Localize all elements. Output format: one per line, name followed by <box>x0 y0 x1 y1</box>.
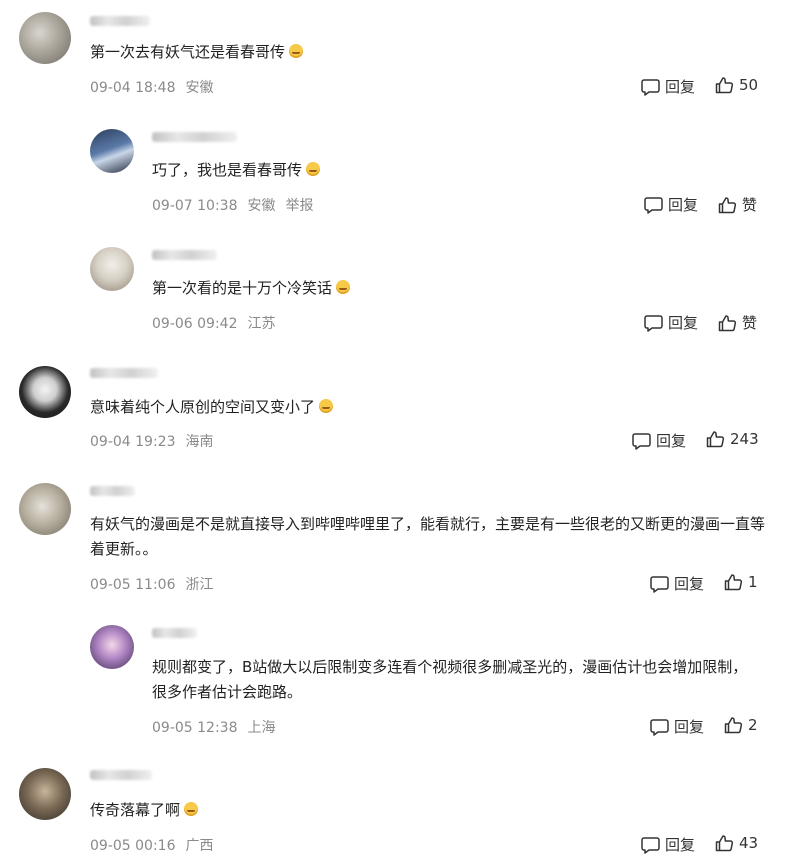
comment-meta: 09-05 00:16 广西 <box>90 835 223 855</box>
comment-text: 有妖气的漫画是不是就直接导入到哔哩哔哩里了，能看就行，主要是有一些很老的又断更的… <box>90 515 766 558</box>
username[interactable] <box>90 486 135 496</box>
comment-text: 第一次去有妖气还是看春哥传 <box>90 40 770 65</box>
comment-meta: 09-04 18:48 安徽 <box>90 77 223 97</box>
comment-location: 江苏 <box>247 316 276 332</box>
like-count: 1 <box>748 573 758 591</box>
reply-button[interactable]: 回复 <box>650 573 704 594</box>
emoji-icon <box>336 280 351 294</box>
avatar[interactable] <box>90 625 134 669</box>
like-button[interactable]: 赞 <box>718 312 757 333</box>
comment-meta: 09-05 12:38 上海 <box>152 717 285 737</box>
username[interactable] <box>90 368 158 378</box>
comment-text: 巧了，我也是看春哥传 <box>152 158 752 183</box>
like-count: 赞 <box>742 314 758 332</box>
reply-icon <box>650 575 669 593</box>
comment-time: 09-05 12:38 <box>152 720 238 736</box>
comment-meta: 09-04 19:23 海南 <box>90 431 223 451</box>
avatar[interactable] <box>19 12 71 64</box>
avatar[interactable] <box>19 483 71 535</box>
comment-location: 广西 <box>185 838 214 854</box>
like-button[interactable]: 50 <box>715 76 758 94</box>
thumbs-up-icon <box>706 431 725 448</box>
username[interactable] <box>152 250 217 260</box>
username[interactable] <box>90 770 152 780</box>
reply-button[interactable]: 回复 <box>650 716 704 737</box>
comment-location: 浙江 <box>185 577 214 593</box>
like-count: 赞 <box>742 196 758 214</box>
avatar[interactable] <box>19 768 71 820</box>
avatar[interactable] <box>19 366 71 418</box>
comment-time: 09-06 09:42 <box>152 316 238 332</box>
comment-text: 意味着纯个人原创的空间又变小了 <box>90 395 770 420</box>
comment-meta: 09-07 10:38 安徽 举报 <box>152 195 323 215</box>
reply-icon <box>644 196 663 214</box>
comment-location: 上海 <box>247 720 276 736</box>
comment-time: 09-07 10:38 <box>152 198 238 214</box>
avatar[interactable] <box>90 129 134 173</box>
thumbs-up-icon <box>715 835 734 852</box>
emoji-icon <box>306 162 321 176</box>
comment-location: 安徽 <box>185 80 214 96</box>
reply-icon <box>650 718 669 736</box>
comment-location: 安徽 <box>247 198 276 214</box>
thumbs-up-icon <box>718 314 737 331</box>
avatar[interactable] <box>90 247 134 291</box>
thumbs-up-icon <box>724 717 743 734</box>
reply-icon <box>644 314 663 332</box>
reply-icon <box>641 78 660 96</box>
emoji-icon <box>184 802 199 816</box>
thumbs-up-icon <box>715 77 734 94</box>
like-count: 43 <box>739 834 759 852</box>
comment-meta: 09-06 09:42 江苏 <box>152 313 285 333</box>
emoji-icon <box>319 399 334 413</box>
reply-button[interactable]: 回复 <box>641 834 695 855</box>
comment-text: 规则都变了，B站做大以后限制变多连看个视频很多删减圣光的，漫画估计也会增加限制，… <box>152 658 748 701</box>
like-button[interactable]: 赞 <box>718 194 757 215</box>
like-button[interactable]: 2 <box>724 716 758 734</box>
comment-time: 09-04 19:23 <box>90 434 176 450</box>
like-button[interactable]: 1 <box>724 573 758 591</box>
reply-icon <box>641 836 660 854</box>
comment-location: 海南 <box>185 434 214 450</box>
reply-icon <box>632 432 651 450</box>
like-button[interactable]: 243 <box>706 430 759 448</box>
comment-time: 09-04 18:48 <box>90 80 176 96</box>
comment-time: 09-05 11:06 <box>90 577 176 593</box>
comment-meta: 09-05 11:06 浙江 <box>90 574 223 594</box>
like-button[interactable]: 43 <box>715 834 758 852</box>
username[interactable] <box>90 16 150 26</box>
emoji-icon <box>289 44 304 58</box>
username[interactable] <box>152 132 237 142</box>
report-link[interactable]: 举报 <box>285 198 313 214</box>
username[interactable] <box>152 628 197 638</box>
reply-button[interactable]: 回复 <box>641 76 695 97</box>
reply-button[interactable]: 回复 <box>644 312 698 333</box>
reply-button[interactable]: 回复 <box>632 430 686 451</box>
comment-time: 09-05 00:16 <box>90 838 176 854</box>
reply-button[interactable]: 回复 <box>644 194 698 215</box>
comment-text: 第一次看的是十万个冷笑话 <box>152 276 752 301</box>
like-count: 243 <box>730 430 759 448</box>
thumbs-up-icon <box>724 574 743 591</box>
like-count: 50 <box>739 76 759 94</box>
thumbs-up-icon <box>718 196 737 213</box>
like-count: 2 <box>748 716 758 734</box>
comment-text: 传奇落幕了啊 <box>90 798 770 823</box>
